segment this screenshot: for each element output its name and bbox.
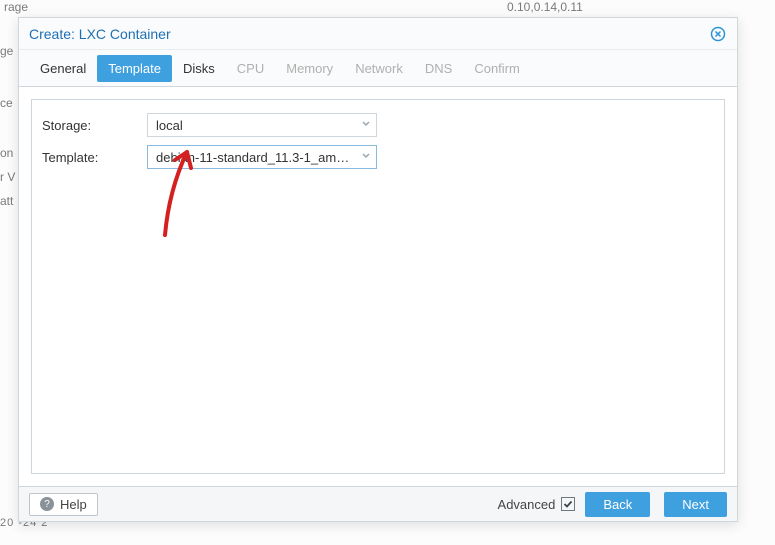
help-button[interactable]: ? Help [29,493,98,516]
bg-side-att: att [0,194,13,208]
bg-loadavg: 0.10,0.14,0.11 [507,0,583,14]
modal-title: Create: LXC Container [29,26,171,42]
advanced-label: Advanced [498,497,556,512]
row-storage: Storage: local [42,110,714,140]
tab-memory: Memory [275,55,344,82]
tab-dns: DNS [414,55,463,82]
help-label: Help [60,497,87,512]
bg-side-on: on [0,146,13,160]
bg-label-rage: rage [4,0,28,14]
chevron-down-icon [360,118,372,133]
modal-body: Storage: local Template: debian-11-stand… [19,86,737,487]
tab-general[interactable]: General [29,55,97,82]
modal-footer: ? Help Advanced Back Next [19,487,737,521]
tab-template[interactable]: Template [97,55,172,82]
template-select[interactable]: debian-11-standard_11.3-1_amd64 [147,145,377,169]
back-button[interactable]: Back [585,492,650,517]
wizard-tabstrip: General Template Disks CPU Memory Networ… [19,50,737,86]
tab-confirm: Confirm [463,55,531,82]
label-storage: Storage: [42,118,147,133]
label-template: Template: [42,150,147,165]
bg-side-ce: ce [0,96,13,110]
storage-select-value: local [156,118,183,133]
chevron-down-icon [360,150,372,165]
help-icon: ? [40,497,54,511]
next-button[interactable]: Next [664,492,727,517]
modal-header: Create: LXC Container [19,18,737,50]
tab-disks[interactable]: Disks [172,55,226,82]
tab-network: Network [344,55,414,82]
bg-side-rv: r V [0,170,15,184]
storage-select[interactable]: local [147,113,377,137]
advanced-checkbox[interactable] [561,497,575,511]
row-template: Template: debian-11-standard_11.3-1_amd6… [42,142,714,172]
close-icon[interactable] [709,25,727,43]
tab-cpu: CPU [226,55,275,82]
template-select-value: debian-11-standard_11.3-1_amd64 [156,150,354,165]
create-lxc-modal: Create: LXC Container General Template D… [18,17,738,522]
bg-side-ge: ge [0,44,13,58]
advanced-toggle[interactable]: Advanced [498,497,576,512]
